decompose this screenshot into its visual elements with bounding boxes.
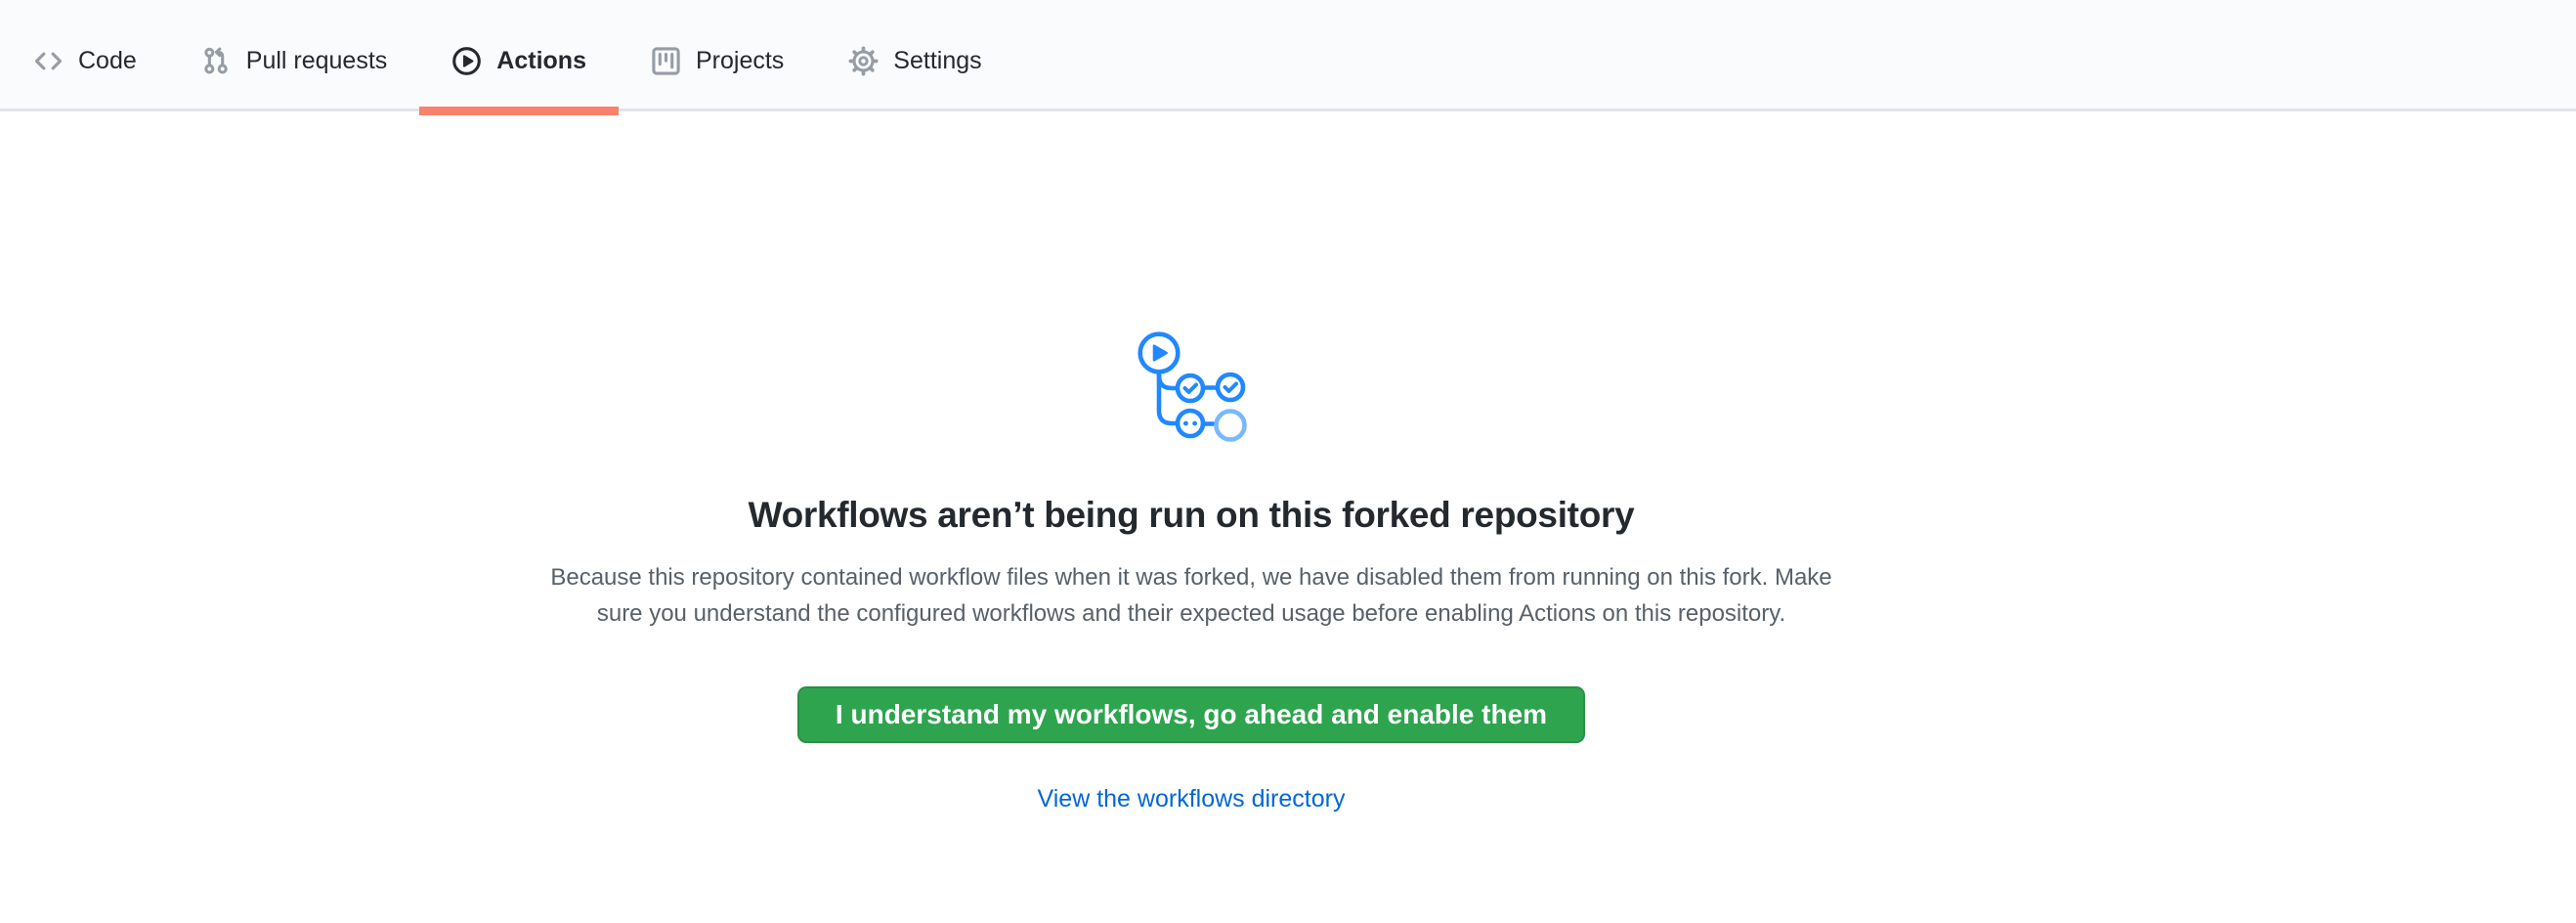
page-title: Workflows aren’t being run on this forke… xyxy=(0,493,2383,538)
repo-tab-bar: Code Pull requests Actions xyxy=(0,0,2576,111)
tab-actions[interactable]: Actions xyxy=(419,0,619,109)
tab-label: Actions xyxy=(496,49,586,73)
workflow-icon xyxy=(1135,329,1248,442)
tab-label: Code xyxy=(78,49,137,73)
gear-icon xyxy=(848,46,879,76)
tab-code[interactable]: Code xyxy=(1,0,169,109)
git-pull-request-icon xyxy=(201,46,232,76)
project-icon xyxy=(651,46,681,76)
tab-pull-requests[interactable]: Pull requests xyxy=(169,0,420,109)
tab-label: Pull requests xyxy=(246,49,388,73)
enable-workflows-button[interactable]: I understand my workflows, go ahead and … xyxy=(797,686,1585,743)
tab-settings[interactable]: Settings xyxy=(816,0,1013,109)
actions-blankslate: Workflows aren’t being run on this forke… xyxy=(0,329,2383,813)
play-icon xyxy=(451,46,482,76)
tab-label: Settings xyxy=(893,49,981,73)
tab-projects[interactable]: Projects xyxy=(619,0,816,109)
tab-label: Projects xyxy=(696,49,784,73)
code-icon xyxy=(33,46,64,76)
blankslate-description: Because this repository contained workfl… xyxy=(380,559,2002,632)
view-workflows-directory-link[interactable]: View the workflows directory xyxy=(0,785,2383,813)
